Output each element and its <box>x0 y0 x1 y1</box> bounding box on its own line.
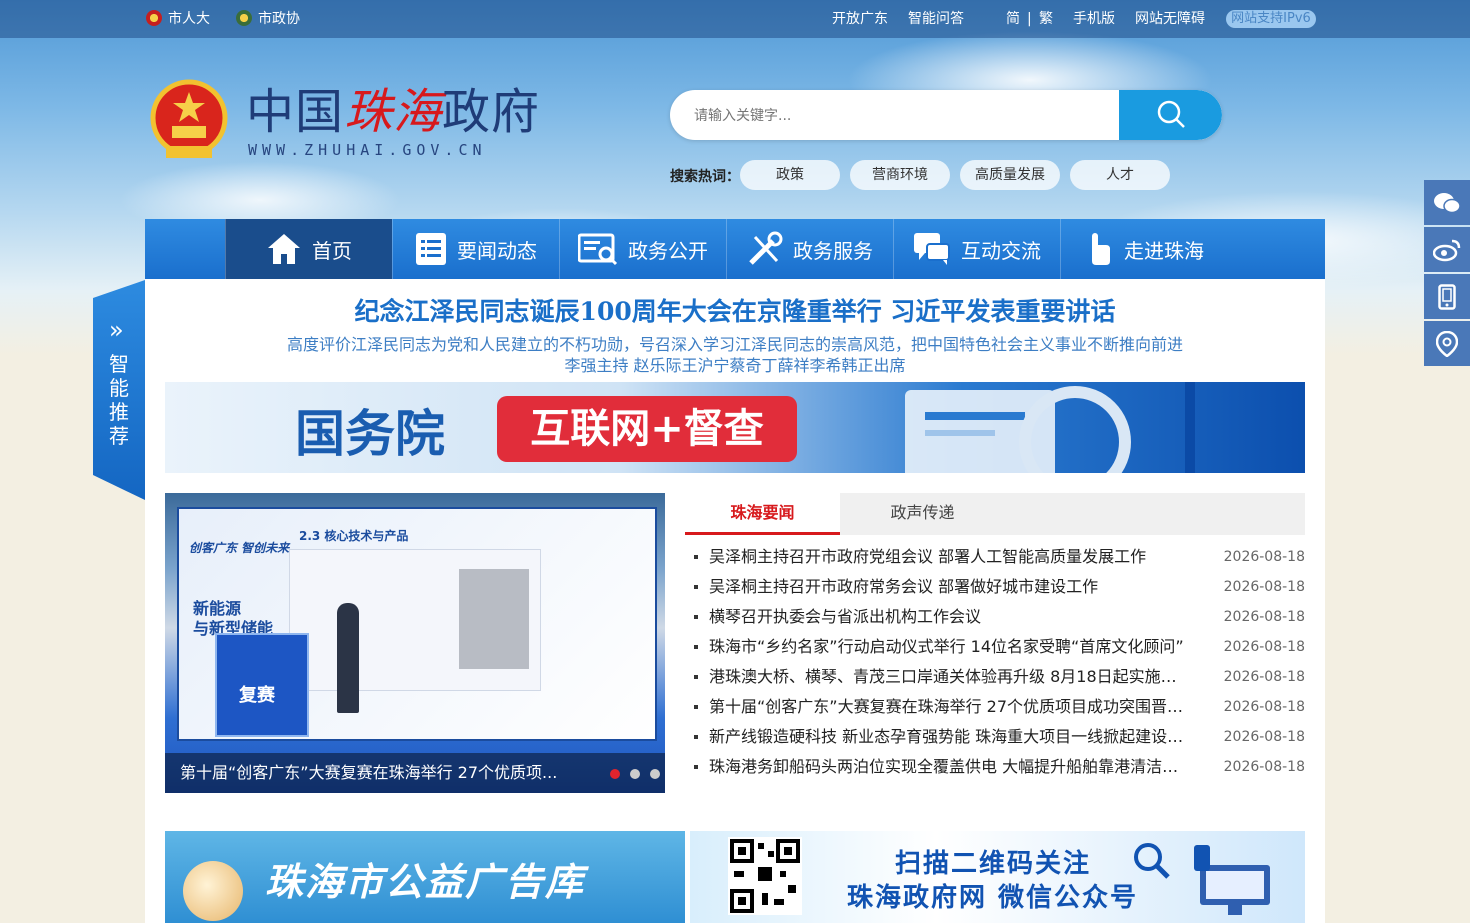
news-item[interactable]: 珠海港务卸船码头两泊位实现全覆盖供电 大幅提升船舶靠港清洁… 2026-08-18 <box>685 752 1305 782</box>
qr-code-icon <box>728 837 802 915</box>
stage-banner-text: 创客广东 智创未来 <box>189 541 290 555</box>
site-url: WWW.ZHUHAI.GOV.CN <box>248 141 487 159</box>
link-cppcc[interactable]: 市政协 <box>236 10 300 28</box>
bullet <box>694 735 698 739</box>
news-item[interactable]: 第十届“创客广东”大赛复赛在珠海举行 27个优质项目成功突围晋… 2026-08-… <box>685 692 1305 722</box>
banner-public-ads-text: 珠海市公益广告库 <box>265 860 586 904</box>
nav-news[interactable]: 要闻动态 <box>392 219 559 279</box>
smart-recommend-label: 智能推荐 <box>109 352 129 448</box>
nav-about-zhuhai[interactable]: 走进珠海 <box>1060 219 1227 279</box>
fruit-decoration <box>183 861 243 921</box>
news-list-icon <box>416 233 446 265</box>
link-traditional[interactable]: 繁 <box>1039 10 1053 28</box>
search-button[interactable] <box>1119 90 1222 140</box>
ipv6-badge: 网站支持IPv6 <box>1226 10 1316 28</box>
chat-bubble-icon <box>914 233 950 265</box>
news-item[interactable]: 吴泽桐主持召开市政府常务会议 部署做好城市建设工作 2026-08-18 <box>685 572 1305 602</box>
nav-home[interactable]: 首页 <box>225 219 392 279</box>
carousel-dot-3[interactable] <box>650 769 660 779</box>
hot-tag-talent[interactable]: 人才 <box>1070 160 1170 190</box>
news-list: 吴泽桐主持召开市政府党组会议 部署人工智能高质量发展工作 2026-08-18 吴… <box>685 542 1305 782</box>
national-emblem-icon <box>150 79 228 158</box>
carousel-dot-1[interactable] <box>610 769 620 779</box>
bullet <box>694 585 698 589</box>
podium: 复赛 <box>215 633 309 737</box>
cppcc-emblem-icon <box>236 10 252 26</box>
weibo-button[interactable] <box>1424 227 1470 272</box>
location-button[interactable] <box>1424 321 1470 366</box>
lang-separator: | <box>1027 11 1032 27</box>
search-input[interactable] <box>692 103 1116 129</box>
link-simplified[interactable]: 简 <box>1006 10 1020 28</box>
news-item[interactable]: 吴泽桐主持召开市政府党组会议 部署人工智能高质量发展工作 2026-08-18 <box>685 542 1305 572</box>
hot-words-label: 搜索热词： <box>670 169 740 185</box>
speaker-figure <box>337 603 359 713</box>
hot-tag-business[interactable]: 营商环境 <box>850 160 950 190</box>
banner-supervision-text: 互联网+督查 <box>497 396 797 462</box>
bullet <box>694 705 698 709</box>
link-smart-qa[interactable]: 智能问答 <box>908 10 964 28</box>
congress-emblem-icon <box>146 10 162 26</box>
nav-gov-affairs[interactable]: 政务公开 <box>559 219 726 279</box>
home-icon <box>268 234 300 264</box>
wechat-button[interactable] <box>1424 180 1470 225</box>
floating-share-bar <box>1424 180 1470 368</box>
bullet <box>694 765 698 769</box>
document-search-icon <box>578 233 618 266</box>
bullet <box>694 675 698 679</box>
top-bar: 市人大 市政协 开放广东 智能问答 简 | 繁 手机版 网站无障碍 网站支持IP… <box>0 0 1470 38</box>
banner-public-ads[interactable]: 珠海市公益广告库 <box>165 831 685 923</box>
headline-title[interactable]: 纪念江泽民同志诞辰100周年大会在京隆重举行 习近平发表重要讲话 <box>145 292 1325 328</box>
nav-gov-services[interactable]: 政务服务 <box>726 219 893 279</box>
double-chevron-right-icon: » <box>109 316 124 344</box>
tab-gov-voice[interactable]: 政声传递 <box>845 493 1000 535</box>
link-open-guangdong[interactable]: 开放广东 <box>832 10 888 28</box>
carousel-dot-2[interactable] <box>630 769 640 779</box>
bullet <box>694 615 698 619</box>
link-city-congress[interactable]: 市人大 <box>146 10 210 28</box>
news-item[interactable]: 新产线锻造硬科技 新业态孕育强势能 珠海重大项目一线掀起建设… 2026-08-1… <box>685 722 1305 752</box>
nav-interaction[interactable]: 互动交流 <box>893 219 1060 279</box>
site-title[interactable]: 中国珠海政府 <box>246 84 540 140</box>
news-carousel[interactable]: 2.3 核心技术与产品 新能源 与新型储能 创客广东 智创未来 复赛 第十届“创客… <box>165 493 665 793</box>
bullet <box>694 555 698 559</box>
banner-wechat-line2: 珠海政府网 微信公众号 <box>847 883 1139 913</box>
banner-state-council-text: 国务院 <box>295 404 445 463</box>
link-accessibility[interactable]: 网站无障碍 <box>1135 10 1205 28</box>
weibo-icon <box>1433 239 1461 261</box>
carousel-caption[interactable]: 第十届“创客广东”大赛复赛在珠海举行 27个优质项... <box>180 759 557 783</box>
location-icon <box>1436 330 1458 357</box>
news-item[interactable]: 港珠澳大桥、横琴、青茂三口岸通关体验再升级 8月18日起实施三… 2026-08-… <box>685 662 1305 692</box>
hot-tag-development[interactable]: 高质量发展 <box>960 160 1060 190</box>
link-mobile[interactable]: 手机版 <box>1073 10 1115 28</box>
news-tabs: 珠海要闻 政声传递 <box>685 493 1305 535</box>
bullet <box>694 645 698 649</box>
tools-icon <box>749 231 783 265</box>
device-image <box>459 569 529 669</box>
tab-zhuhai-news[interactable]: 珠海要闻 <box>685 493 840 535</box>
smart-recommend-tab[interactable]: » 智能推荐 <box>93 280 145 500</box>
search-box <box>670 90 1222 140</box>
news-item[interactable]: 横琴召开执委会与省派出机构工作会议 2026-08-18 <box>685 602 1305 632</box>
hot-tag-policy[interactable]: 政策 <box>740 160 840 190</box>
tap-hand-icon <box>1092 233 1110 265</box>
wechat-icon <box>1434 192 1461 213</box>
banner-wechat-line1: 扫描二维码关注 <box>895 849 1092 879</box>
headline-subtitle-2[interactable]: 李强主持 赵乐际王沪宁蔡奇丁薛祥李希韩正出席 <box>145 352 1325 376</box>
mobile-button[interactable] <box>1424 274 1470 319</box>
main-nav: 首页 要闻动态 政务公开 政务服务 互动交流 走进珠海 <box>145 219 1325 279</box>
search-icon <box>1157 100 1185 128</box>
magnifier-document-icon <box>905 382 1195 473</box>
mobile-icon <box>1438 283 1456 310</box>
banner-wechat-qr[interactable]: 扫描二维码关注 珠海政府网 微信公众号 <box>690 831 1305 923</box>
computer-illustration-icon <box>1194 845 1270 915</box>
magnifier-icon <box>1134 843 1170 879</box>
banner-internet-supervision[interactable]: 国务院 互联网+督查 <box>165 382 1305 473</box>
news-item[interactable]: 珠海市“乡约名家”行动启动仪式举行 14位名家受聘“首席文化顾问” 2026-08… <box>685 632 1305 662</box>
screen-title: 2.3 核心技术与产品 <box>299 529 409 543</box>
